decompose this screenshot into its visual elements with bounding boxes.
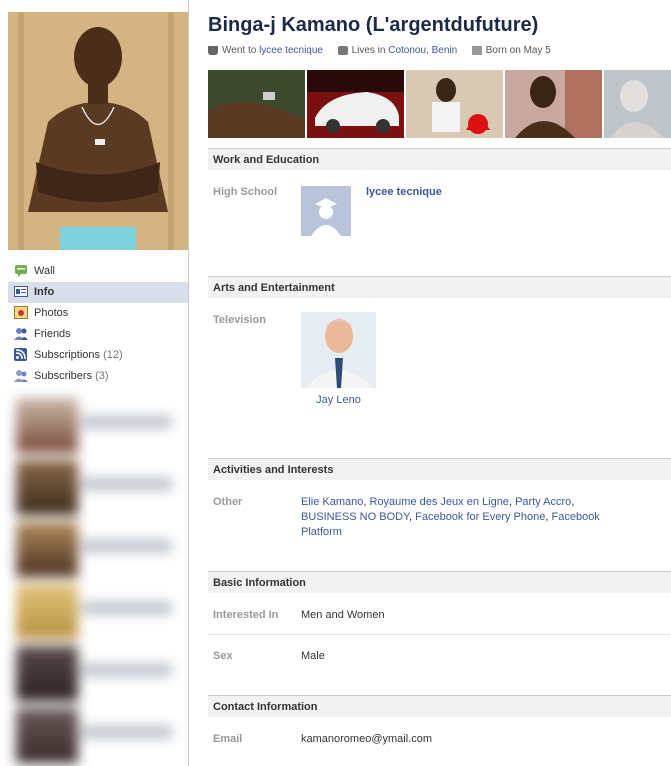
interested-in-label: Interested In — [213, 609, 279, 621]
nav-item-photos[interactable]: Photos — [8, 303, 188, 324]
nav-item-subscribers[interactable]: Subscribers (3) — [8, 366, 188, 387]
photo-strip — [208, 70, 671, 138]
nav-label-friends: Friends — [34, 328, 71, 340]
wall-icon — [14, 264, 28, 277]
blurred-friend — [12, 646, 188, 701]
television-label: Television — [213, 314, 266, 326]
section-header-work: Work and Education — [208, 148, 671, 170]
nav-label-photos: Photos — [34, 307, 69, 319]
high-school-link[interactable]: lycee tecnique — [366, 186, 442, 198]
activity-link[interactable]: Facebook for Every Phone — [415, 511, 545, 523]
nav-label-subscriptions: Subscriptions — [34, 349, 101, 361]
other-label: Other — [213, 496, 243, 508]
photos-icon — [14, 305, 28, 319]
blurred-friend — [12, 398, 188, 453]
nav-label-wall: Wall — [34, 265, 55, 277]
birthday-text: Born on May 5 — [485, 45, 551, 56]
school-placeholder-icon[interactable] — [301, 186, 351, 236]
nav-item-wall[interactable]: Wall — [8, 261, 188, 282]
strip-photo[interactable] — [604, 70, 671, 138]
blurred-friend — [12, 522, 188, 577]
nav-item-info[interactable]: Info — [8, 282, 188, 303]
subscribers-icon — [14, 369, 28, 382]
strip-photo[interactable] — [208, 70, 305, 138]
sex-label: Sex — [213, 650, 233, 662]
blurred-friend — [12, 460, 188, 515]
strip-photo[interactable] — [406, 70, 503, 138]
activity-link[interactable]: Royaume des Jeux en Ligne — [370, 496, 509, 508]
profile-nav: Wall Info Photos Friends Subscriptions (… — [8, 261, 188, 387]
home-icon — [337, 45, 348, 55]
subscriptions-icon — [14, 347, 28, 361]
blurred-friend — [12, 584, 188, 639]
profile-name: Binga-j Kamano (L'argentdufuture) — [208, 14, 539, 36]
calendar-icon — [471, 45, 482, 55]
activity-link[interactable]: Party Accro — [515, 496, 571, 508]
nav-item-subscriptions[interactable]: Subscriptions (12) — [8, 345, 188, 366]
jay-leno-link[interactable]: Jay Leno — [301, 394, 376, 406]
nav-label-subscribers: Subscribers — [34, 370, 93, 382]
email-value: kamanoromeo@ymail.com — [301, 733, 432, 745]
went-to-prefix: Went to — [222, 45, 257, 56]
nav-item-friends[interactable]: Friends — [8, 324, 188, 345]
strip-photo[interactable] — [307, 70, 404, 138]
activities-list: Elie Kamano, Royaume des Jeux en Ligne, … — [301, 496, 600, 538]
lives-prefix: Lives in — [351, 45, 386, 56]
main-content: Binga-j Kamano (L'argentdufuture) Went t… — [189, 0, 671, 766]
info-icon — [14, 285, 28, 298]
school-link[interactable]: lycee tecnique — [259, 45, 323, 56]
blurred-friend — [12, 708, 188, 763]
country-link[interactable]: Benin — [432, 45, 458, 56]
subscriptions-count: (12) — [103, 349, 123, 361]
strip-photo[interactable] — [505, 70, 602, 138]
sex-value: Male — [301, 650, 325, 662]
section-header-arts: Arts and Entertainment — [208, 276, 671, 298]
left-column: Wall Info Photos Friends Subscriptions (… — [0, 0, 189, 766]
section-header-contact: Contact Information — [208, 695, 671, 717]
high-school-label: High School — [213, 186, 278, 198]
friends-icon — [14, 327, 28, 340]
profile-summary: Went to lycee tecnique Lives in Cotonou,… — [208, 45, 551, 56]
email-label: Email — [213, 733, 243, 745]
interested-in-value: Men and Women — [301, 609, 385, 621]
blurred-friends-list — [12, 398, 188, 766]
activity-link[interactable]: BUSINESS NO BODY — [301, 511, 409, 523]
profile-picture[interactable] — [8, 12, 188, 250]
section-header-basic: Basic Information — [208, 571, 671, 593]
city-link[interactable]: Cotonou — [388, 45, 426, 56]
activity-link[interactable]: Elie Kamano — [301, 496, 363, 508]
nav-label-info: Info — [34, 286, 55, 298]
row-divider — [208, 634, 671, 635]
education-icon — [208, 45, 218, 55]
section-header-activities: Activities and Interests — [208, 458, 671, 480]
subscribers-count: (3) — [95, 370, 109, 382]
tv-show-thumbnail[interactable] — [301, 312, 376, 388]
